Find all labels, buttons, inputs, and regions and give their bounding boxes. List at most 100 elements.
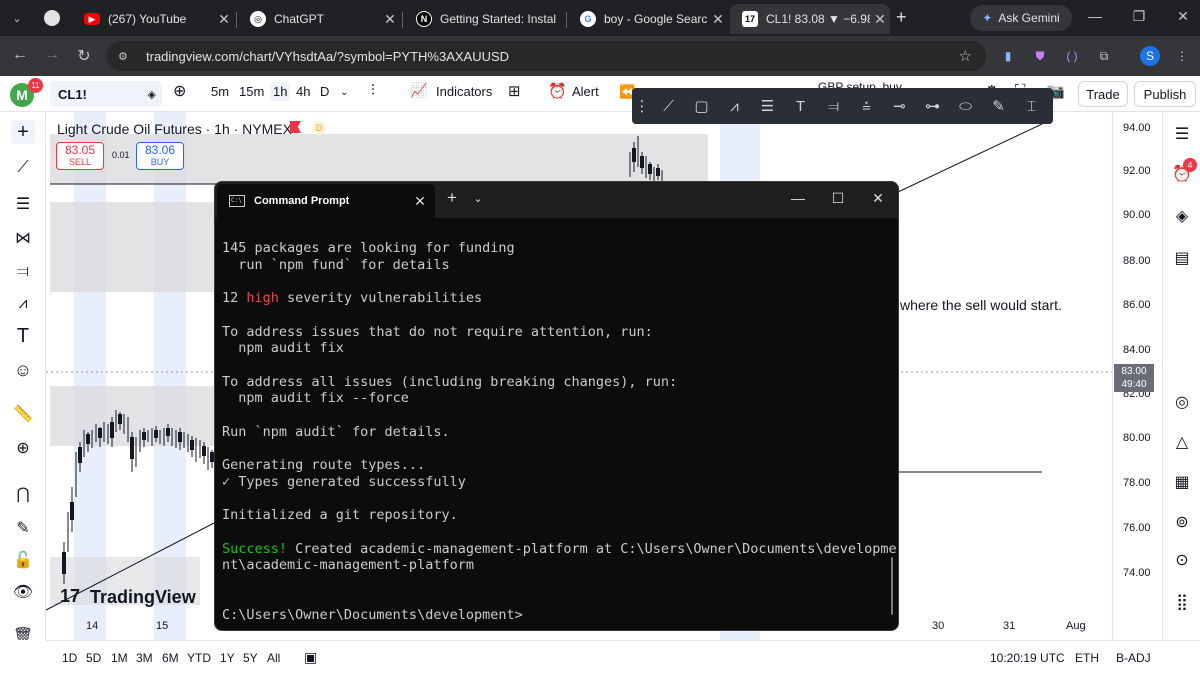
forward-icon[interactable]: → — [40, 46, 64, 64]
tab-chatgpt[interactable]: ◎ ChatGPT ✕ — [238, 4, 400, 34]
layers-icon[interactable]: ◈ — [1170, 204, 1194, 228]
range-1m[interactable]: 1M — [111, 651, 128, 665]
new-tab-button[interactable]: + — [896, 7, 907, 28]
ask-gemini-button[interactable]: ✦ Ask Gemini — [970, 5, 1072, 31]
line-tool-icon[interactable]: ⟋ — [652, 98, 685, 115]
maximize-icon[interactable]: ☐ — [823, 190, 853, 207]
session-toggle[interactable]: ETH — [1075, 651, 1099, 665]
pitchfork-icon[interactable]: ⋈ — [11, 226, 35, 250]
crosshair-icon[interactable]: + — [11, 120, 35, 144]
grid-menu-icon[interactable]: ⣿ — [1170, 590, 1194, 614]
range-1d[interactable]: 1D — [62, 651, 77, 665]
pencil-lock-icon[interactable]: ✎ — [11, 516, 35, 540]
minimize-icon[interactable]: — — [1080, 8, 1110, 24]
omnibox[interactable]: ⚙ tradingview.com/chart/VYhsdtAa/?symbol… — [106, 41, 986, 71]
tab-tradingview[interactable]: 17 CL1! 83.08 ▼ −6.98% ✕ — [730, 4, 890, 34]
calendar-icon[interactable]: ▦ — [1170, 470, 1194, 494]
date-range-icon[interactable]: ▣ — [304, 649, 317, 666]
eye-icon[interactable]: 👁 — [11, 580, 35, 604]
tab-google[interactable]: G boy - Google Search ✕ — [568, 4, 728, 34]
extension-icon[interactable]: ▮ — [998, 46, 1018, 66]
shield-extension-icon[interactable]: ⛊ — [1030, 46, 1050, 66]
tab-search-icon[interactable]: ⌄ — [8, 10, 26, 28]
emoji-icon[interactable]: ☺ — [11, 358, 35, 382]
interval-1h[interactable]: 1h — [270, 82, 291, 101]
back-icon[interactable]: ← — [8, 46, 32, 64]
rectangle-tool-icon[interactable]: ▢ — [685, 97, 718, 115]
terminal-output[interactable]: 145 packages are looking for funding run… — [222, 240, 897, 624]
chart-annotation-text[interactable]: where the sell would start. — [900, 297, 1062, 313]
terminal-prompt[interactable]: C:\Users\Owner\Documents\development> — [222, 607, 523, 623]
pattern-icon[interactable]: ⩘ — [11, 292, 35, 316]
brackets-extension-icon[interactable]: ( ) — [1062, 46, 1082, 66]
chevron-down-icon[interactable]: ⌄ — [340, 87, 348, 98]
range-5d[interactable]: 5D — [86, 651, 101, 665]
templates-icon[interactable]: ⊞ — [508, 82, 521, 100]
brush-tool-icon[interactable]: ✎ — [982, 97, 1015, 115]
path-tool-icon[interactable]: ⩘ — [718, 98, 751, 115]
magnet-icon[interactable]: ⋂ — [11, 482, 35, 506]
symbol-search[interactable]: CL1! ◈ — [50, 81, 162, 107]
puzzle-icon[interactable]: ⧉ — [1094, 46, 1114, 66]
horizontal-lines-icon[interactable]: ☰ — [11, 192, 35, 216]
range-ytd[interactable]: YTD — [187, 651, 211, 665]
fib-icon[interactable]: ⫤ — [11, 260, 35, 284]
buy-button[interactable]: 83.06 BUY — [136, 142, 184, 170]
drag-handle-icon[interactable]: ⋮ — [632, 97, 652, 115]
alert-button[interactable]: Alert — [572, 84, 599, 99]
trade-button[interactable]: Trade — [1078, 81, 1128, 107]
range-5y[interactable]: 5Y — [243, 651, 258, 665]
terminal-tab[interactable]: C:\ Command Prompt ✕ — [217, 184, 435, 218]
bookmark-star-icon[interactable]: ☆ — [959, 47, 972, 65]
restore-icon[interactable]: ❐ — [1124, 8, 1154, 25]
close-window-icon[interactable]: ✕ — [863, 190, 893, 207]
command-prompt-window[interactable]: C:\ Command Prompt ✕ + ⌄ — ☐ ✕ 145 packa… — [214, 181, 899, 631]
watchlist-icon[interactable]: ☰ — [1170, 122, 1194, 146]
utc-clock[interactable]: 10:20:19 UTC — [990, 651, 1065, 665]
chat-icon[interactable]: ▤ — [1170, 246, 1194, 270]
candles-icon[interactable]: ⫶ — [371, 82, 375, 99]
close-tab-icon[interactable]: ✕ — [405, 193, 435, 210]
minimize-icon[interactable]: — — [783, 190, 813, 206]
sell-button[interactable]: 83.05 SELL — [56, 142, 104, 170]
cursor-text-icon[interactable]: ⌶ — [1015, 98, 1048, 115]
notifications-icon[interactable]: ⊙ — [1170, 548, 1194, 572]
close-icon[interactable]: ✕ — [870, 11, 890, 28]
interval-5m[interactable]: 5m — [211, 84, 229, 99]
streams-icon[interactable]: ⊚ — [1170, 510, 1194, 534]
reload-icon[interactable]: ↻ — [72, 46, 96, 66]
menu-icon[interactable]: ⋮ — [1172, 46, 1192, 66]
tab-youtube[interactable]: ▶ (267) YouTube ✕ — [72, 4, 234, 34]
interval-4h[interactable]: 4h — [296, 84, 310, 99]
range-all[interactable]: All — [267, 651, 280, 665]
close-icon[interactable]: ✕ — [214, 11, 234, 28]
ellipse-tool-icon[interactable]: ⬭ — [949, 98, 982, 115]
github-icon[interactable] — [44, 10, 60, 26]
chart-legend-title[interactable]: Light Crude Oil Futures · 1h · NYMEX — [57, 121, 292, 137]
measure-tool-icon[interactable]: ⫤ — [817, 98, 850, 115]
chevron-down-icon[interactable]: ⌄ — [463, 192, 493, 205]
site-info-icon[interactable]: ⚙ — [118, 50, 136, 63]
close-window-icon[interactable]: ✕ — [1168, 8, 1198, 25]
indicators-button[interactable]: Indicators — [436, 84, 492, 99]
interval-d[interactable]: D — [320, 84, 329, 99]
text-tool-icon[interactable]: T — [11, 324, 35, 348]
trendline-icon[interactable]: ⟋ — [11, 156, 35, 180]
symbol-options-icon[interactable]: ◈ — [148, 88, 156, 101]
zoom-icon[interactable]: ⊕ — [11, 436, 35, 460]
terminal-scrollbar[interactable] — [891, 557, 893, 615]
interval-15m[interactable]: 15m — [239, 84, 264, 99]
compare-add-icon[interactable]: ⊕ — [173, 81, 186, 101]
range-6m[interactable]: 6M — [162, 651, 179, 665]
ray-tool-icon[interactable]: ⊶ — [916, 97, 949, 115]
profile-avatar[interactable]: S — [1140, 46, 1160, 66]
adjustment-toggle[interactable]: B-ADJ — [1116, 651, 1151, 665]
target-icon[interactable]: ◎ — [1170, 390, 1194, 414]
levels-tool-icon[interactable]: ⩮ — [850, 98, 883, 115]
tab-nextjs[interactable]: N Getting Started: Instal — [404, 4, 564, 34]
range-1y[interactable]: 1Y — [220, 651, 235, 665]
lock-icon[interactable]: 🔓 — [11, 548, 35, 572]
ruler-icon[interactable]: 📏 — [11, 402, 35, 426]
close-icon[interactable]: ✕ — [380, 11, 400, 28]
hline-tool-icon[interactable]: ⊸ — [883, 97, 916, 115]
